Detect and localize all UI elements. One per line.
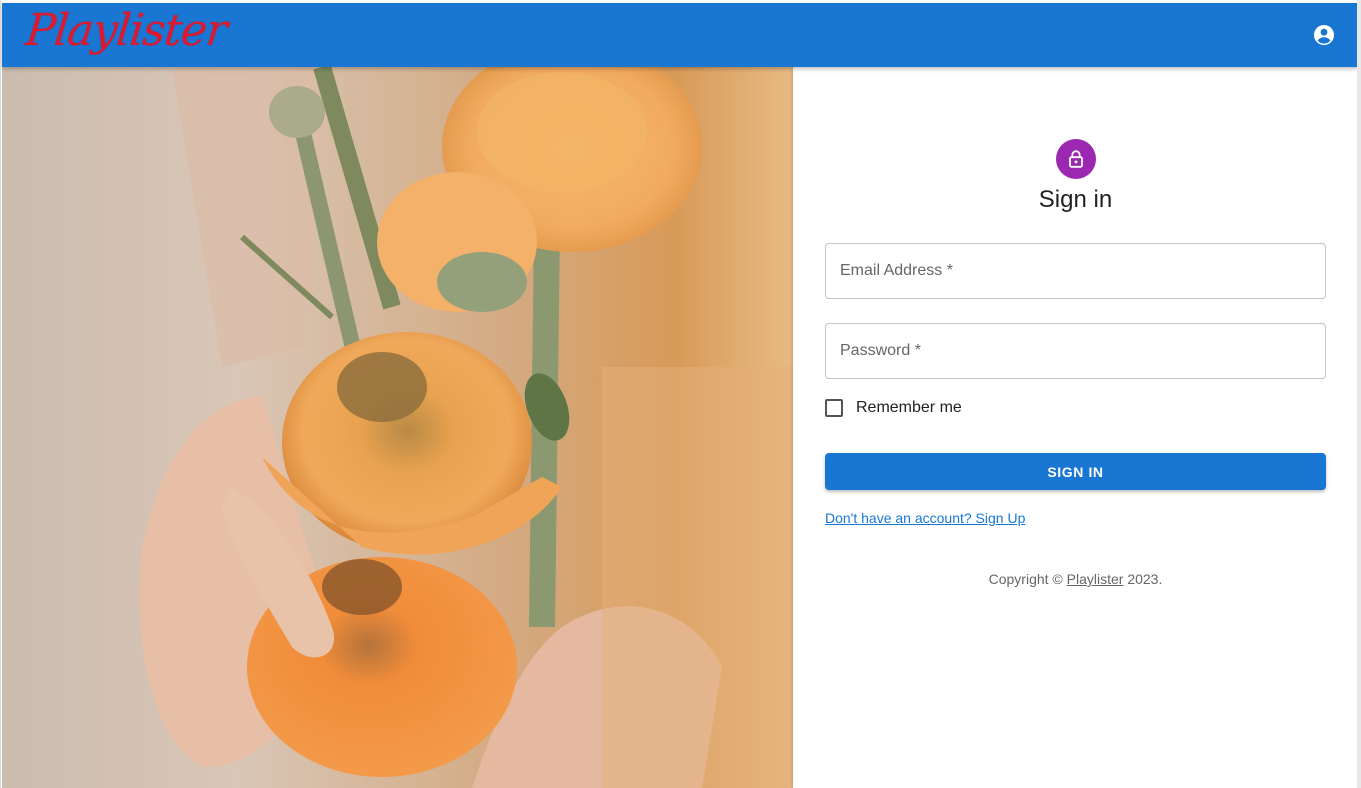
sign-in-button[interactable]: SIGN IN: [825, 453, 1326, 490]
copyright-link[interactable]: Playlister: [1067, 571, 1124, 587]
remember-me[interactable]: Remember me: [825, 397, 962, 419]
lock-icon: [1069, 150, 1083, 168]
lock-avatar: [1056, 139, 1096, 179]
sign-in-panel: Sign in Remember me SIGN IN Don't have a…: [793, 67, 1357, 788]
password-field[interactable]: [825, 323, 1326, 379]
copyright-prefix: Copyright ©: [988, 571, 1067, 587]
app-bar: Playlister: [2, 3, 1357, 67]
hero-image: [2, 67, 793, 788]
page-title: Sign in: [1038, 186, 1113, 213]
flowers-illustration: [2, 67, 793, 788]
app-window: Playlister Sign in Email Address * Remem…: [0, 0, 1361, 788]
copyright-suffix: 2023.: [1123, 571, 1163, 587]
remember-me-checkbox[interactable]: [825, 399, 843, 417]
copyright: Copyright © Playlister 2023.: [793, 571, 1357, 587]
account-button[interactable]: [1312, 23, 1336, 47]
account-circle-icon: [1314, 25, 1334, 45]
logo[interactable]: Playlister: [23, 5, 229, 56]
email-input[interactable]: [826, 244, 1325, 298]
email-field[interactable]: [825, 243, 1326, 299]
password-input[interactable]: [826, 324, 1325, 378]
remember-me-label: Remember me: [856, 399, 962, 416]
sign-up-link[interactable]: Don't have an account? Sign Up: [825, 510, 1025, 526]
